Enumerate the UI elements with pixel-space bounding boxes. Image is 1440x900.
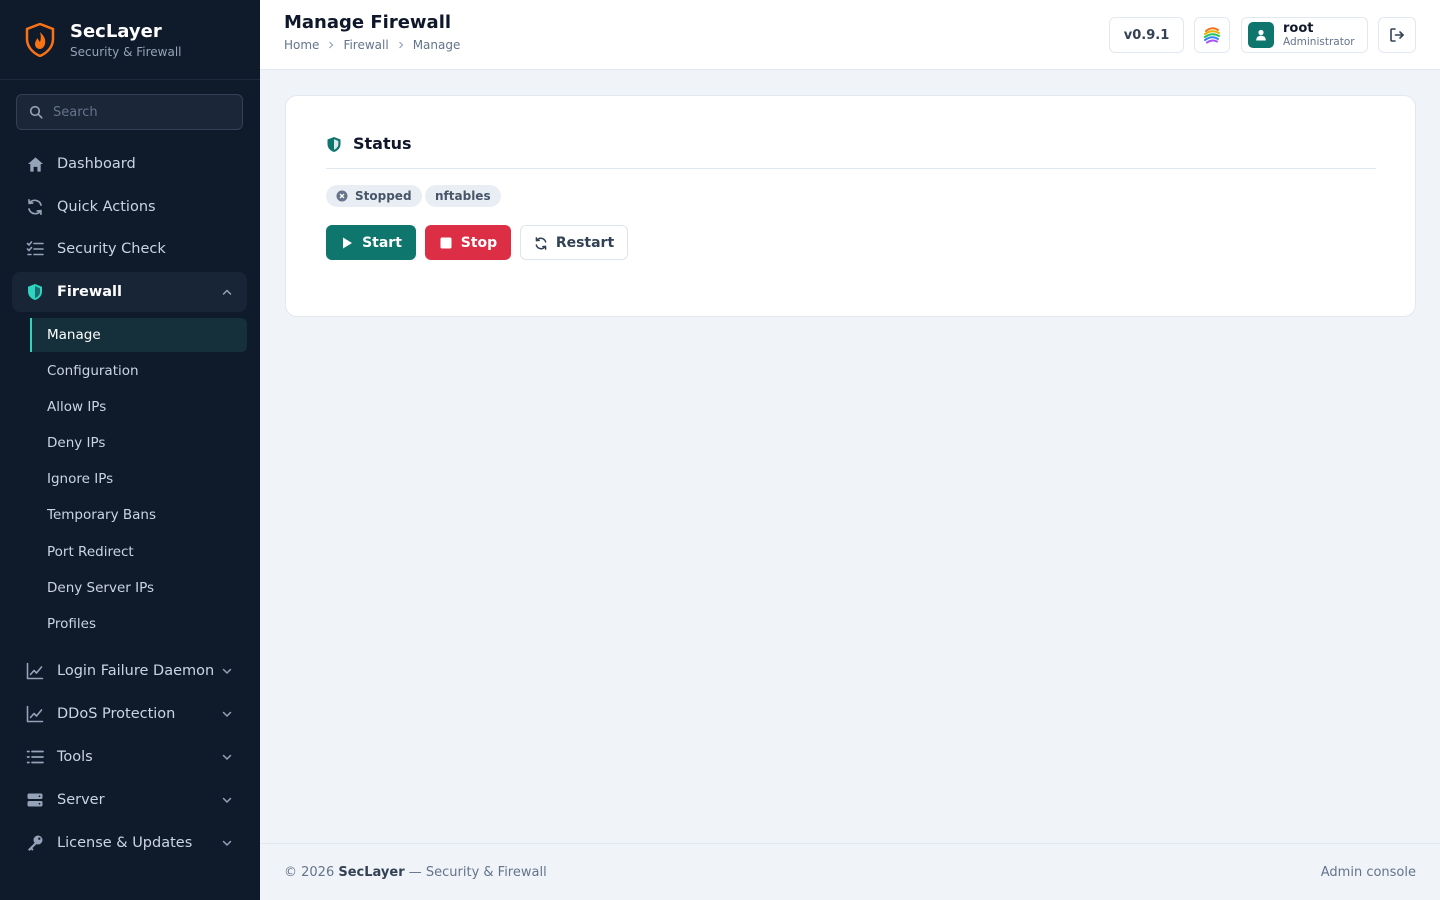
footer: © 2026 SecLayer — Security & Firewall Ad… [260,843,1440,900]
refresh-icon [26,198,44,216]
logout-button[interactable] [1378,17,1416,53]
chevron-down-icon [221,794,233,806]
card-header: Status [326,132,1376,169]
start-button[interactable]: Start [326,225,416,260]
footer-tagline: — Security & Firewall [408,864,547,880]
chevron-down-icon [221,837,233,849]
breadcrumb: Home Firewall Manage [284,38,460,52]
sidebar-item-label: Quick Actions [57,199,156,215]
user-icon [1255,29,1267,41]
sidebar-subitem-port-redirect[interactable]: Port Redirect [30,535,247,569]
sidebar-item-dashboard[interactable]: Dashboard [12,144,247,184]
theme-toggle-button[interactable] [1194,17,1230,53]
copyright-text: © 2026 [284,864,335,880]
footer-brand: SecLayer [338,864,405,880]
chevron-right-icon [397,41,405,49]
sidebar-item-login-failure-daemon[interactable]: Login Failure Daemon [12,651,247,691]
status-badge: Stopped [326,185,422,207]
sidebar-item-label: License & Updates [57,835,193,851]
sidebar: SecLayer Security & Firewall Dashboard Q… [0,0,260,900]
sidebar-subitem-ignore-ips[interactable]: Ignore IPs [30,462,247,496]
user-menu-button[interactable]: root Administrator [1241,17,1368,53]
sidebar-item-ddos-protection[interactable]: DDoS Protection [12,694,247,734]
x-circle-icon [336,190,348,202]
sidebar-item-label: Firewall [57,284,122,300]
brand-subtitle: Security & Firewall [70,44,182,59]
top-header: Manage Firewall Home Firewall Manage v0.… [260,0,1440,70]
stop-icon [439,236,453,250]
sidebar-subitem-profiles[interactable]: Profiles [30,607,247,641]
sidebar-item-label: DDoS Protection [57,706,176,722]
chevron-down-icon [221,751,233,763]
sidebar-subitem-deny-ips[interactable]: Deny IPs [30,426,247,460]
sidebar-item-label: Tools [57,749,93,765]
restart-button-label: Restart [555,234,615,251]
sidebar-item-label: Server [57,792,105,808]
version-badge[interactable]: v0.9.1 [1109,17,1184,53]
user-name: root [1283,21,1314,36]
avatar [1248,22,1274,48]
rainbow-theme-icon [1202,25,1222,45]
sidebar-item-label: Login Failure Daemon [57,663,215,679]
list-icon [26,748,44,766]
chevron-up-icon [221,286,233,298]
refresh-icon [534,236,548,250]
page-title: Manage Firewall [284,12,452,33]
sidebar-item-firewall[interactable]: Firewall [12,272,247,312]
logout-icon [1389,27,1405,43]
sidebar-subitem-temporary-bans[interactable]: Temporary Bans [30,498,247,532]
backend-badge: nftables [425,185,501,207]
play-icon [340,236,354,250]
shield-icon [26,283,44,301]
user-role: Administrator [1283,36,1355,48]
start-button-label: Start [362,234,402,251]
search-box[interactable] [16,94,243,130]
breadcrumb-home[interactable]: Home [284,38,319,52]
sidebar-subitem-allow-ips[interactable]: Allow IPs [30,390,247,424]
chevron-right-icon [327,41,335,49]
sidebar-item-server[interactable]: Server [12,780,247,820]
server-icon [26,791,44,809]
breadcrumb-manage: Manage [412,38,461,52]
chart-icon [26,662,44,680]
chevron-down-icon [221,665,233,677]
sidebar-item-tools[interactable]: Tools [12,737,247,777]
search-icon [29,105,43,119]
chevron-down-icon [221,708,233,720]
key-icon [26,834,44,852]
status-badge-text: Stopped [355,189,412,203]
breadcrumb-firewall[interactable]: Firewall [343,38,388,52]
search-input[interactable] [53,104,223,120]
status-card: Status Stopped nftables Start Stop Resta… [285,95,1416,317]
sidebar-subitem-deny-server-ips[interactable]: Deny Server IPs [30,571,247,605]
sidebar-subitem-manage[interactable]: Manage [30,318,247,352]
chart-icon [26,705,44,723]
sidebar-item-license-updates[interactable]: License & Updates [12,823,247,863]
home-icon [26,155,44,173]
sidebar-item-security-check[interactable]: Security Check [12,229,247,269]
brand[interactable]: SecLayer Security & Firewall [0,0,260,80]
footer-admin-console: Admin console [1320,864,1416,880]
shield-icon [326,136,344,154]
flame-shield-logo-icon [24,22,56,58]
restart-button[interactable]: Restart [520,225,628,260]
card-title: Status [353,134,412,153]
stop-button[interactable]: Stop [425,225,511,260]
footer-copyright: © 2026 SecLayer — Security & Firewall [284,865,547,880]
brand-title: SecLayer [70,20,162,42]
sidebar-item-label: Security Check [57,241,166,257]
sidebar-item-quick-actions[interactable]: Quick Actions [12,187,247,227]
stop-button-label: Stop [460,234,498,251]
sidebar-item-label: Dashboard [57,156,136,172]
checklist-icon [26,240,44,258]
sidebar-subitem-configuration[interactable]: Configuration [30,354,247,388]
